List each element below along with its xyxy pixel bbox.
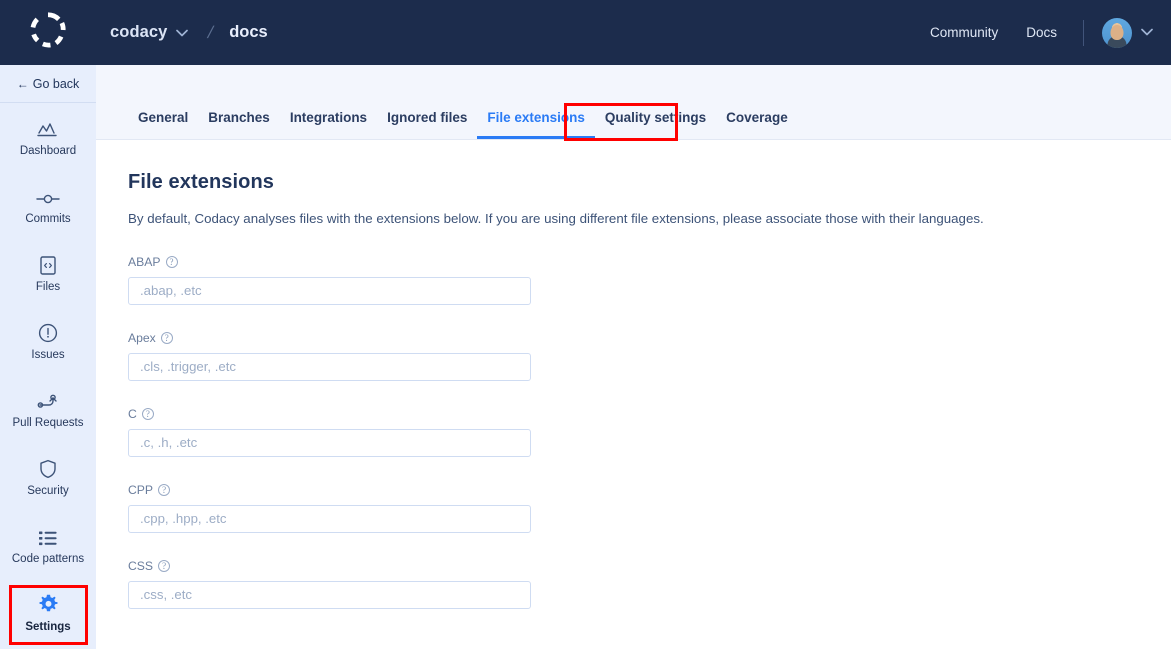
extensions-input-c[interactable] xyxy=(128,428,531,457)
avatar[interactable] xyxy=(1102,17,1132,48)
field-label-row: C ? xyxy=(128,407,531,421)
field-label-row: CPP ? xyxy=(128,483,531,497)
shield-icon xyxy=(39,457,57,479)
sidebar-item-security[interactable]: Security xyxy=(0,443,96,511)
sidebar-item-label: Commits xyxy=(25,212,71,225)
breadcrumb-organization[interactable]: codacy xyxy=(110,23,167,42)
sidebar-item-label: Issues xyxy=(31,348,65,361)
settings-tab-bar: General Branches Integrations Ignored fi… xyxy=(96,65,1171,141)
file-code-icon xyxy=(40,253,56,275)
sidebar-item-dashboard[interactable]: Dashboard xyxy=(0,103,96,171)
tab-ignored-files[interactable]: Ignored files xyxy=(377,110,477,139)
sidebar-item-issues[interactable]: Issues xyxy=(0,307,96,375)
page-title: File extensions xyxy=(128,171,274,193)
docs-link[interactable]: Docs xyxy=(1026,25,1057,40)
alert-circle-icon xyxy=(38,321,58,343)
field-apex: Apex ? xyxy=(128,331,531,381)
tab-file-extensions[interactable]: File extensions xyxy=(477,110,595,139)
field-c: C ? xyxy=(128,407,531,457)
sidebar-item-label: Security xyxy=(27,484,69,497)
sidebar-item-label: Files xyxy=(35,280,61,293)
go-back-label: Go back xyxy=(32,76,80,91)
breadcrumb-separator: / xyxy=(206,22,216,42)
field-label-row: ABAP ? xyxy=(128,255,531,269)
main-content: File extensions By default, Codacy analy… xyxy=(96,141,1171,649)
codacy-logo-link[interactable] xyxy=(0,0,96,65)
nav-divider xyxy=(1083,19,1084,46)
field-label-row: Apex ? xyxy=(128,331,531,345)
help-circle-icon[interactable]: ? xyxy=(160,331,173,344)
help-circle-icon[interactable]: ? xyxy=(158,559,171,572)
sidebar-item-pull-requests[interactable]: Pull Requests xyxy=(0,375,96,443)
tab-list: General Branches Integrations Ignored fi… xyxy=(128,93,798,139)
list-icon xyxy=(38,525,58,547)
left-sidebar: ← Go back Dashboard Commits Files Issues… xyxy=(0,65,96,649)
tab-branches[interactable]: Branches xyxy=(198,110,280,139)
help-circle-icon[interactable]: ? xyxy=(158,483,171,496)
help-circle-icon[interactable]: ? xyxy=(141,407,154,420)
sidebar-item-settings[interactable]: Settings xyxy=(0,579,96,647)
community-link[interactable]: Community xyxy=(930,25,998,40)
sidebar-item-code-patterns[interactable]: Code patterns xyxy=(0,511,96,579)
field-cpp: CPP ? xyxy=(128,483,531,533)
sidebar-item-files[interactable]: Files xyxy=(0,239,96,307)
codacy-logo-icon xyxy=(29,11,67,54)
field-label: Apex xyxy=(128,330,156,345)
field-label-row: CSS ? xyxy=(128,559,531,573)
chevron-down-icon[interactable] xyxy=(1141,27,1153,39)
tab-general[interactable]: General xyxy=(128,110,198,139)
sidebar-item-commits[interactable]: Commits xyxy=(0,171,96,239)
gear-icon xyxy=(38,593,59,615)
chevron-down-icon[interactable] xyxy=(176,24,189,42)
top-navigation-bar: codacy / docs Community Docs xyxy=(0,0,1171,65)
sidebar-item-label: Pull Requests xyxy=(12,416,84,429)
chart-line-icon xyxy=(37,117,59,139)
sidebar-item-label: Code patterns xyxy=(11,552,85,565)
field-label: ABAP xyxy=(128,254,161,269)
tab-coverage[interactable]: Coverage xyxy=(716,110,798,139)
extensions-input-apex[interactable] xyxy=(128,352,531,381)
go-back-button[interactable]: ← Go back xyxy=(0,65,96,103)
sidebar-item-label: Settings xyxy=(25,620,71,633)
pull-request-icon xyxy=(37,389,59,411)
arrow-left-icon: ← xyxy=(16,76,29,91)
tab-quality-settings[interactable]: Quality settings xyxy=(595,110,716,139)
field-css: CSS ? xyxy=(128,559,531,609)
sidebar-item-label: Dashboard xyxy=(19,144,77,157)
top-navigation-right: Community Docs xyxy=(902,0,1171,65)
breadcrumb-repository[interactable]: docs xyxy=(229,23,268,42)
breadcrumb: codacy / docs xyxy=(110,0,268,65)
field-label: CPP xyxy=(128,482,154,497)
tab-integrations[interactable]: Integrations xyxy=(280,110,377,139)
extensions-input-css[interactable] xyxy=(128,580,531,609)
commit-node-icon xyxy=(36,185,60,207)
help-circle-icon[interactable]: ? xyxy=(165,255,178,268)
app-root: codacy / docs Community Docs ← Go back D… xyxy=(0,0,1171,649)
field-label: C xyxy=(128,406,137,421)
user-menu[interactable] xyxy=(1102,17,1153,48)
field-abap: ABAP ? xyxy=(128,255,531,305)
extensions-input-cpp[interactable] xyxy=(128,504,531,533)
extensions-input-abap[interactable] xyxy=(128,276,531,305)
field-label: CSS xyxy=(128,558,154,573)
page-description: By default, Codacy analyses files with t… xyxy=(128,211,984,226)
